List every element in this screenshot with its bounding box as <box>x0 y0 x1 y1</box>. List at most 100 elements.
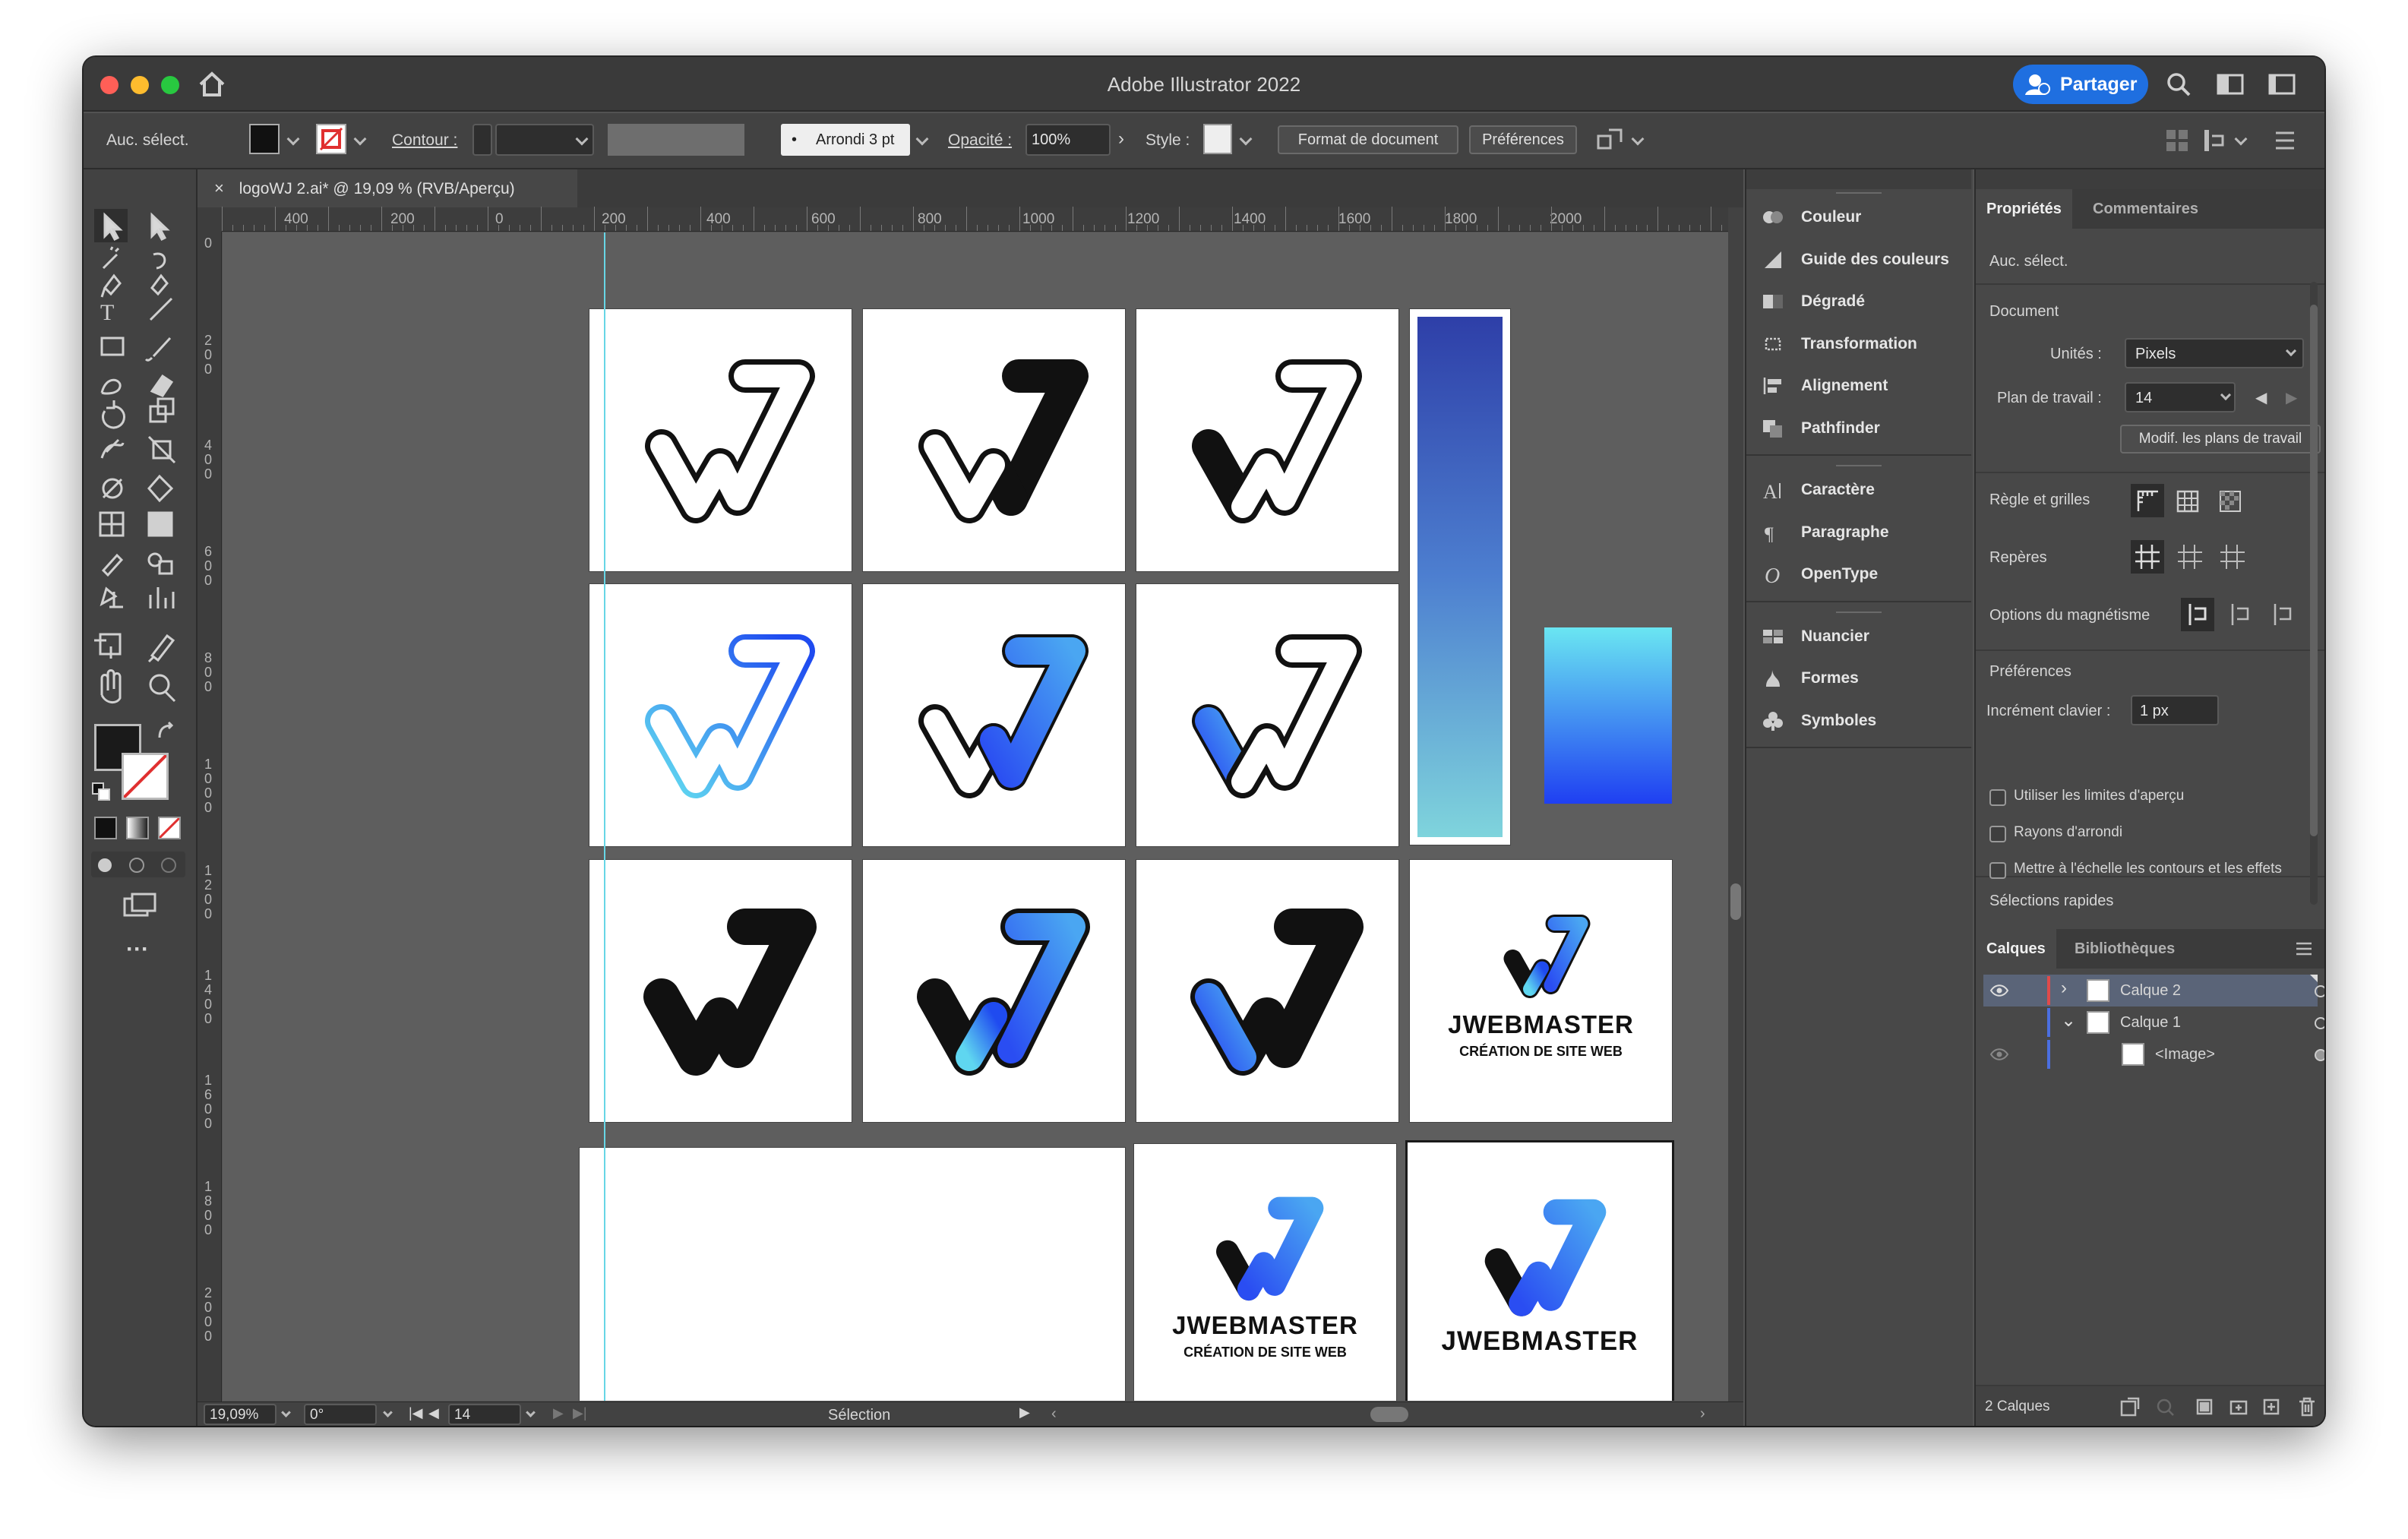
collapse-arrow-icon[interactable]: ⌄ <box>2061 1010 2076 1032</box>
align-grid-icon[interactable] <box>2165 128 2189 153</box>
vertical-scroll-thumb[interactable] <box>1730 883 1741 920</box>
opacity-label[interactable]: Opacité : <box>948 131 1012 150</box>
fill-swatch[interactable] <box>249 124 280 154</box>
artboard-10[interactable]: JWEBMASTER CRÉATION DE SITE WEB <box>1410 860 1672 1122</box>
chevron-down-icon[interactable] <box>383 1408 393 1417</box>
layer-image[interactable]: <Image> <box>1983 1038 2324 1070</box>
align-panel[interactable]: Alignement <box>1746 365 1971 406</box>
dock-header[interactable] <box>1976 169 2324 189</box>
chevron-right-icon[interactable]: › <box>1118 128 1124 150</box>
properties-scroll-thumb[interactable] <box>2310 305 2318 836</box>
tab-properties[interactable]: Propriétés <box>1976 189 2072 229</box>
variable-width-profile[interactable] <box>608 124 744 156</box>
paragraph-panel[interactable]: ¶ Paragraphe <box>1746 512 1971 553</box>
checkbox[interactable] <box>1989 826 2006 842</box>
tab-libraries[interactable]: Bibliothèques <box>2064 929 2185 969</box>
checkbox[interactable] <box>1989 862 2006 879</box>
default-colors-icon[interactable] <box>91 782 114 804</box>
artboard-2[interactable] <box>863 309 1125 571</box>
snap-pixel-icon[interactable] <box>2203 128 2227 153</box>
last-artboard-icon[interactable]: ▶| <box>573 1405 587 1421</box>
opentype-panel[interactable]: O OpenType <box>1746 554 1971 595</box>
artboard-3[interactable] <box>1136 309 1398 571</box>
close-tab-icon[interactable]: × <box>214 179 224 198</box>
status-menu-icon[interactable]: ▶ <box>1019 1405 1030 1420</box>
workspace-icon[interactable] <box>2217 74 2244 95</box>
share-button[interactable]: Partager <box>2013 65 2148 104</box>
pathfinder-panel[interactable]: Pathfinder <box>1746 408 1971 449</box>
preferences-button[interactable]: Préférences <box>1469 125 1577 154</box>
scroll-right-icon[interactable]: › <box>1700 1406 1721 1421</box>
properties-scrollbar[interactable] <box>2310 282 2318 905</box>
vertical-ruler[interactable]: 0 2 0 0 4 0 0 6 0 0 8 0 0 1 0 0 0 1 2 0 0 1 4 0… <box>198 232 222 1402</box>
checkbox[interactable] <box>1989 789 2006 806</box>
edit-artboards-button[interactable]: Modif. les plans de travail <box>2120 425 2321 453</box>
chevron-down-icon[interactable] <box>281 1408 291 1417</box>
tab-layers[interactable]: Calques <box>1976 929 2056 969</box>
graphic-style-swatch[interactable] <box>1203 124 1232 154</box>
chevron-down-icon[interactable] <box>526 1408 536 1417</box>
swap-colors-icon[interactable] <box>155 721 178 744</box>
brushes-panel[interactable]: Formes <box>1746 658 1971 699</box>
transform-panel[interactable]: Transformation <box>1746 324 1971 365</box>
layer-calque-1[interactable]: ⌄ Calque 1 <box>1983 1007 2324 1038</box>
search-icon[interactable] <box>2165 71 2192 98</box>
layers-menu-icon[interactable] <box>2295 941 2313 956</box>
first-artboard-icon[interactable]: |◀ <box>409 1405 423 1421</box>
rotation-field[interactable]: 0° <box>304 1404 377 1425</box>
artboard-14-active[interactable]: JWEBMASTER <box>1408 1142 1672 1401</box>
scroll-left-icon[interactable]: ‹ <box>1051 1406 1073 1421</box>
artboard-1[interactable] <box>589 309 852 571</box>
stroke-label[interactable]: Contour : <box>392 131 457 150</box>
arrange-documents-icon[interactable] <box>2268 74 2296 95</box>
visibility-eye-icon[interactable] <box>1989 1048 2009 1061</box>
units-select[interactable]: Pixels <box>2125 338 2304 368</box>
panel-group-grip[interactable] <box>1836 465 1882 466</box>
next-artboard-icon[interactable]: ▶ <box>2286 388 2297 407</box>
artboard-empty[interactable] <box>580 1148 1125 1401</box>
opacity-field[interactable]: 100% <box>1025 124 1111 156</box>
color-mode-icon[interactable] <box>94 817 117 839</box>
artboard-gradient-bar[interactable] <box>1410 309 1510 845</box>
next-artboard-icon[interactable]: ▶ <box>553 1405 564 1421</box>
draw-modes[interactable] <box>91 852 185 877</box>
chevron-down-icon[interactable] <box>915 132 929 146</box>
vertical-scrollbar[interactable] <box>1728 207 1743 1402</box>
horizontal-ruler[interactable]: 400 200 0 200 400 600 800 1000 1200 1400 1600 1800 2… <box>222 207 1728 232</box>
stroke-color-swatch[interactable] <box>122 753 169 800</box>
symbols-panel[interactable]: Symboles <box>1746 700 1971 741</box>
more-tools-icon[interactable]: ··· <box>126 937 149 962</box>
document-tab[interactable]: × logoWJ 2.ai* @ 19,09 % (RVB/Aperçu) <box>198 169 577 207</box>
artboard-7[interactable] <box>589 860 852 1122</box>
target-icon[interactable] <box>2315 1049 2324 1061</box>
gradient-square[interactable] <box>1544 627 1672 804</box>
artboard-field[interactable]: 14 <box>2125 382 2236 412</box>
artboard-8[interactable] <box>863 860 1125 1122</box>
chevron-down-icon[interactable] <box>353 132 367 146</box>
stroke-swatch[interactable] <box>316 124 346 154</box>
color-guide-panel[interactable]: Guide des couleurs <box>1746 239 1971 280</box>
horizontal-scroll-thumb[interactable] <box>1370 1407 1408 1422</box>
artboard-5[interactable] <box>863 584 1125 846</box>
previous-artboard-icon[interactable]: ◀ <box>2255 388 2267 407</box>
dock-header[interactable] <box>1746 169 1971 189</box>
color-panel[interactable]: Couleur <box>1746 197 1971 238</box>
chevron-down-icon[interactable] <box>1239 132 1253 146</box>
artboard-9[interactable] <box>1136 860 1398 1122</box>
artboard-4[interactable] <box>589 584 852 846</box>
expand-arrow-icon[interactable]: › <box>2061 978 2067 999</box>
keyboard-increment-field[interactable]: 1 px <box>2131 695 2219 725</box>
panel-group-grip[interactable] <box>1836 611 1882 613</box>
chevron-down-icon[interactable] <box>1631 132 1645 146</box>
visibility-eye-icon[interactable] <box>1989 984 2009 997</box>
swatches-panel[interactable]: Nuancier <box>1746 616 1971 657</box>
character-panel[interactable]: A Caractère <box>1746 469 1971 510</box>
document-setup-button[interactable]: Format de document <box>1278 125 1458 154</box>
artboard-12[interactable]: JWEBMASTER CRÉATION DE SITE WEB <box>1134 1144 1396 1401</box>
none-mode-icon[interactable] <box>158 817 181 839</box>
chevron-down-icon[interactable] <box>2234 132 2248 146</box>
ruler-origin[interactable] <box>198 207 222 232</box>
previous-artboard-icon[interactable]: ◀ <box>428 1405 439 1421</box>
stroke-weight-stepper[interactable] <box>472 124 492 156</box>
gradient-panel[interactable]: Dégradé <box>1746 281 1971 322</box>
